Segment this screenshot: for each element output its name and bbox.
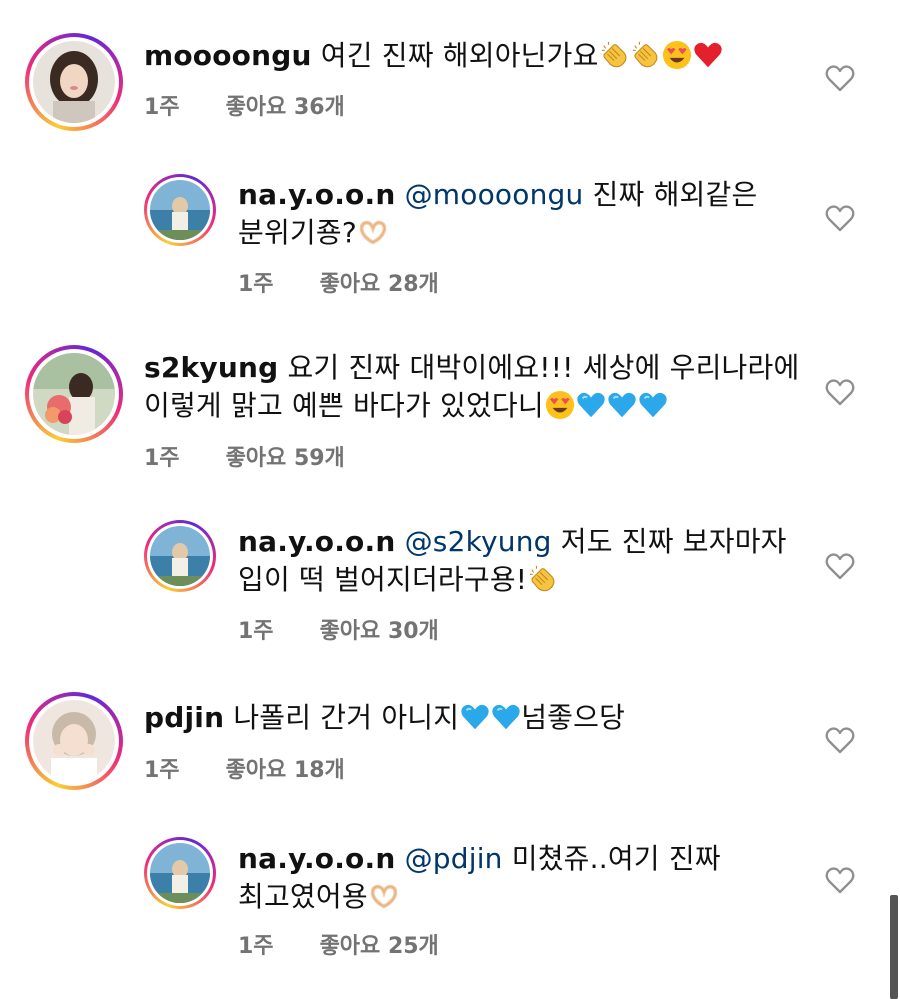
heart-eyes-emoji: [662, 40, 692, 70]
clap-emoji: [631, 40, 661, 70]
heart-outline-icon[interactable]: [825, 204, 855, 232]
comment-body: 여긴 진짜 해외아닌가요: [311, 39, 599, 72]
comment-body: 요기 진짜 대박이에요!!! 세상에 우리나라에: [278, 351, 800, 384]
heart-outline-icon[interactable]: [825, 726, 855, 754]
comment-username[interactable]: na.y.o.o.n: [238, 525, 395, 558]
heart-outline-icon[interactable]: [825, 378, 855, 406]
heart-eyes-emoji: [545, 390, 575, 420]
comment-meta: 1주 좋아요 36개: [144, 89, 391, 121]
comment-likes[interactable]: 좋아요 18개: [226, 758, 345, 783]
comment-likes[interactable]: 좋아요 30개: [320, 619, 439, 644]
comment-username[interactable]: na.y.o.o.n: [238, 178, 395, 211]
heart-outline-icon[interactable]: [825, 552, 855, 580]
blue-heart-emoji: [491, 702, 521, 732]
profile-photo-icon: [150, 526, 210, 586]
comment-meta: 1주 좋아요 25개: [238, 928, 485, 960]
comment-meta: 1주 좋아요 59개: [144, 440, 391, 472]
comment-likes[interactable]: 좋아요 28개: [320, 272, 439, 297]
comment-body-line2: 이렇게 맑고 예쁜 바다가 있었다니: [144, 389, 544, 422]
comment-likes[interactable]: 좋아요 25개: [320, 934, 439, 959]
comment-body-tail: 넘좋으당: [521, 701, 626, 734]
comment-likes[interactable]: 좋아요 36개: [226, 95, 345, 120]
mention-link[interactable]: @s2kyung: [405, 525, 552, 558]
scrollbar[interactable]: [890, 895, 898, 999]
heart-outline-icon[interactable]: [825, 866, 855, 894]
clap-emoji: [528, 564, 558, 594]
avatar[interactable]: [144, 837, 216, 909]
profile-photo-icon: [150, 180, 210, 240]
comment-body: 저도 진짜 보자마자: [551, 525, 787, 558]
heart-hands-emoji: [369, 881, 399, 911]
profile-photo-icon: [33, 700, 115, 782]
comment-text: moooongu 여긴 진짜 해외아닌가요: [144, 37, 723, 75]
comment-text: na.y.o.o.n @s2kyung 저도 진짜 보자마자 입이 떡 벌어지더…: [238, 523, 787, 599]
profile-photo-icon: [150, 843, 210, 903]
comment-time: 1주: [144, 446, 180, 471]
comment-body-line2: 입이 떡 벌어지더라구용!: [238, 563, 528, 596]
comment-username[interactable]: pdjin: [144, 701, 224, 734]
avatar[interactable]: [25, 345, 123, 443]
comment-meta: 1주 좋아요 30개: [238, 613, 485, 645]
comment-text: na.y.o.o.n @pdjin 미쳤쥬..여기 진짜 최고였어용: [238, 840, 721, 916]
comment-username[interactable]: s2kyung: [144, 351, 278, 384]
comment-body-line2: 최고였어용: [238, 880, 368, 913]
blue-heart-emoji: [460, 702, 490, 732]
comment-time: 1주: [144, 95, 180, 120]
comment-body-line2: 분위기죵?: [238, 216, 357, 249]
avatar[interactable]: [25, 33, 123, 131]
blue-heart-emoji: [576, 390, 606, 420]
heart-outline-icon[interactable]: [825, 64, 855, 92]
comment-body: 미쳤쥬..여기 진짜: [502, 842, 721, 875]
comment-text: pdjin 나폴리 간거 아니지 넘좋으당: [144, 699, 625, 737]
profile-photo-icon: [33, 353, 115, 435]
clap-emoji: [600, 40, 630, 70]
comment-likes[interactable]: 좋아요 59개: [226, 446, 345, 471]
comment-body: 진짜 해외같은: [583, 178, 758, 211]
heart-hands-emoji: [358, 217, 388, 247]
comment-body: 나폴리 간거 아니지: [224, 701, 460, 734]
comment-time: 1주: [238, 619, 274, 644]
blue-heart-emoji: [638, 390, 668, 420]
blue-heart-emoji: [607, 390, 637, 420]
red-heart-emoji: [693, 40, 723, 70]
comment-time: 1주: [238, 934, 274, 959]
mention-link[interactable]: @moooongu: [405, 178, 584, 211]
comment-time: 1주: [144, 758, 180, 783]
comment-meta: 1주 좋아요 28개: [238, 266, 485, 298]
comment-text: s2kyung 요기 진짜 대박이에요!!! 세상에 우리나라에 이렇게 맑고 …: [144, 349, 799, 425]
avatar[interactable]: [144, 520, 216, 592]
comment-username[interactable]: moooongu: [144, 39, 312, 72]
profile-photo-icon: [33, 41, 115, 123]
comment-text: na.y.o.o.n @moooongu 진짜 해외같은 분위기죵?: [238, 176, 757, 252]
avatar[interactable]: [25, 692, 123, 790]
comment-meta: 1주 좋아요 18개: [144, 752, 391, 784]
avatar[interactable]: [144, 174, 216, 246]
comment-username[interactable]: na.y.o.o.n: [238, 842, 395, 875]
comment-time: 1주: [238, 272, 274, 297]
mention-link[interactable]: @pdjin: [405, 842, 503, 875]
